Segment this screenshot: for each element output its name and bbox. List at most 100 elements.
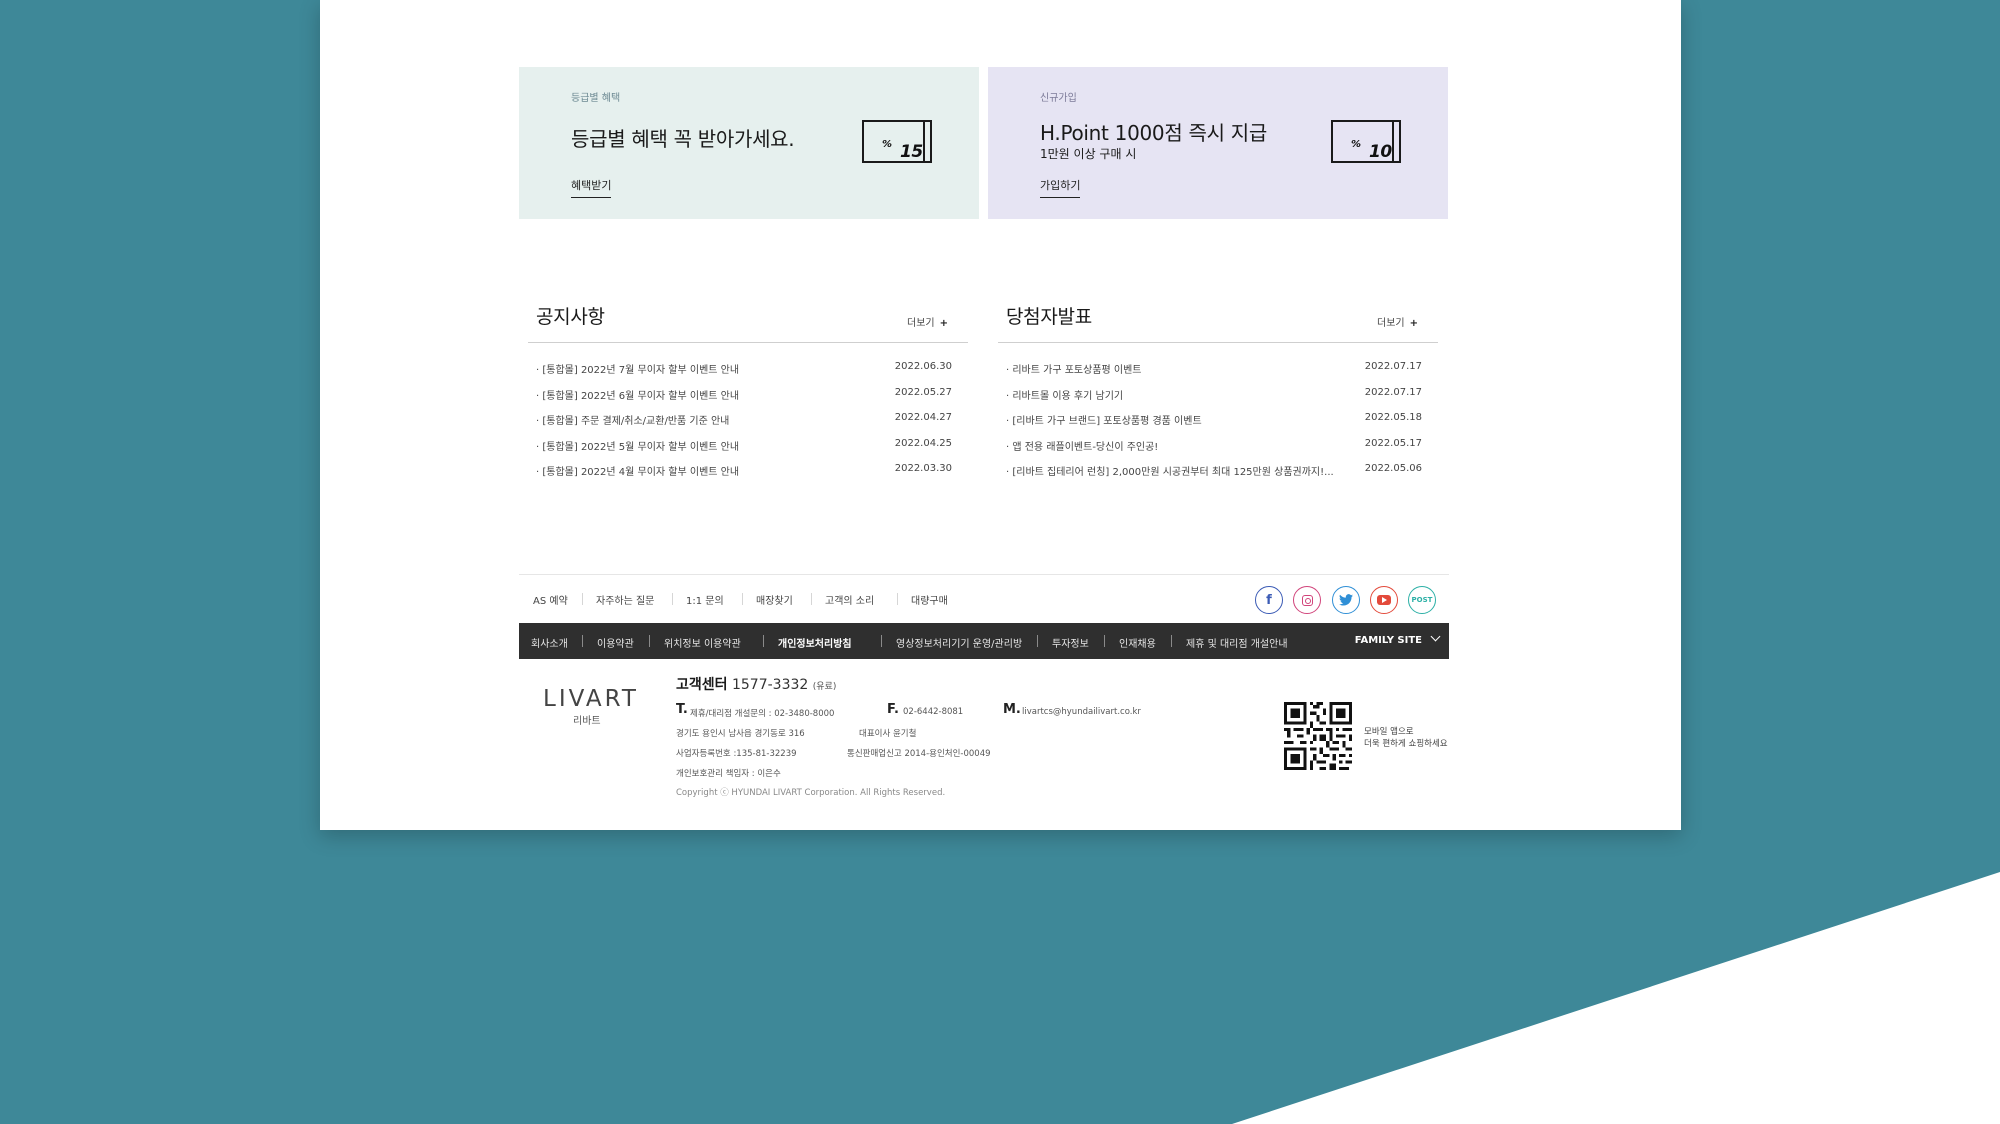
livart-logo[interactable]: LIVART: [543, 686, 639, 712]
more-button[interactable]: 더보기 +: [1377, 314, 1418, 329]
promo-banner-grade[interactable]: 등급별 혜택 등급별 혜택 꼭 받아가세요. 혜택받기 15%: [519, 67, 979, 219]
promo-link-signup[interactable]: 가입하기: [1040, 177, 1081, 198]
item-title: · [통합몰] 주문 결제/취소/교환/반품 기준 안내: [536, 416, 730, 427]
footer-company-info: LIVART 리바트 고객센터 1577-3332 (유료) T. 제휴/대리점…: [519, 660, 1449, 820]
list-item[interactable]: · [리바트 가구 브랜드] 포토상품평 경품 이벤트 2022.05.18: [998, 408, 1438, 434]
item-date: 2022.05.06: [1364, 463, 1422, 474]
promo-link-benefit[interactable]: 혜택받기: [571, 177, 612, 198]
list-item[interactable]: · [통합몰] 2022년 5월 무이자 할부 이벤트 안내 2022.04.25: [528, 434, 968, 460]
footer-link-as[interactable]: AS 예약: [533, 592, 568, 607]
item-title: · 앱 전용 래플이벤트-당신이 주인공!: [1006, 441, 1159, 453]
bar-link-partnership[interactable]: 제휴 및 대리점 개설안내: [1186, 635, 1288, 650]
item-date: 2022.07.17: [1364, 361, 1422, 372]
divider: [763, 635, 764, 647]
board-title: 당첨자발표: [1006, 306, 1092, 328]
promo-banner-signup[interactable]: 신규가입 H.Point 1000점 즉시 지급 1만원 이상 구매 시 가입하…: [988, 67, 1448, 219]
fax-key: F.: [887, 702, 899, 717]
cs-number: 1577-3332: [731, 677, 809, 693]
company-ceo: 대표이사 윤기철: [859, 729, 917, 739]
mail-value[interactable]: livartcs@hyundailivart.co.kr: [1022, 707, 1141, 717]
divider: [811, 593, 812, 605]
chevron-down-icon: [1430, 631, 1441, 642]
footer-quick-links: AS 예약 자주하는 질문 1:1 문의 매장찾기 고객의 소리 대량구매 f …: [519, 574, 1449, 624]
bar-link-investor[interactable]: 투자정보: [1052, 635, 1089, 650]
family-site-select[interactable]: FAMILY SITE: [1355, 631, 1441, 646]
promo-title: 등급별 혜택 꼭 받아가세요.: [571, 127, 795, 151]
more-button[interactable]: 더보기 +: [907, 314, 948, 329]
list-item[interactable]: · [통합몰] 2022년 6월 무이자 할부 이벤트 안내 2022.05.27: [528, 383, 968, 409]
item-title: · [통합몰] 2022년 7월 무이자 할부 이벤트 안내: [536, 365, 740, 376]
plus-icon: +: [1409, 318, 1418, 329]
logo-subtitle: 리바트: [573, 716, 601, 727]
mail-order-number: 통신판매업신고 2014-용인처인-00049: [847, 749, 991, 759]
bar-link-recruit[interactable]: 인재채용: [1119, 635, 1156, 650]
tel-key: T.: [676, 702, 688, 717]
coupon-icon: 10%: [1331, 120, 1401, 163]
list-item[interactable]: · 리바트 가구 포토상품평 이벤트 2022.07.17: [998, 357, 1438, 383]
footer-link-voice[interactable]: 고객의 소리: [825, 592, 874, 607]
item-title: · [통합몰] 2022년 4월 무이자 할부 이벤트 안내: [536, 467, 740, 478]
qr-text-line: 더욱 편하게 쇼핑하세요: [1364, 739, 1448, 749]
promo-title: H.Point 1000점 즉시 지급: [1040, 121, 1267, 145]
bar-link-terms[interactable]: 이용약관: [597, 635, 634, 650]
post-icon[interactable]: POST: [1408, 586, 1436, 614]
list-item[interactable]: · [통합몰] 주문 결제/취소/교환/반품 기준 안내 2022.04.27: [528, 408, 968, 434]
item-date: 2022.07.17: [1364, 386, 1422, 398]
item-date: 2022.03.30: [894, 463, 952, 474]
footer-link-bulk[interactable]: 대량구매: [911, 592, 948, 607]
item-date: 2022.04.25: [894, 437, 952, 449]
twitter-icon[interactable]: [1332, 586, 1360, 614]
divider: [1104, 635, 1105, 647]
promo-category: 등급별 혜택: [571, 93, 621, 104]
item-date: 2022.05.17: [1364, 437, 1422, 449]
list-item[interactable]: · 앱 전용 래플이벤트-당신이 주인공! 2022.05.17: [998, 434, 1438, 460]
divider: [1171, 635, 1172, 647]
footer-link-faq[interactable]: 자주하는 질문: [596, 592, 654, 607]
notice-board: 공지사항 더보기 + · [통합몰] 2022년 7월 무이자 할부 이벤트 안내…: [528, 298, 968, 485]
coupon-unit: %: [1351, 139, 1361, 150]
cs-note: (유료): [812, 682, 837, 692]
tel-value: 제휴/대리점 개설문의 : 02-3480-8000: [690, 709, 835, 719]
bar-link-company[interactable]: 회사소개: [531, 635, 568, 650]
bar-link-cctv[interactable]: 영상정보처리기기 운영/관리방: [896, 635, 1022, 650]
bar-link-privacy[interactable]: 개인정보처리방침: [778, 635, 852, 650]
divider: [1037, 635, 1038, 647]
item-date: 2022.06.30: [894, 361, 952, 372]
item-title: · [통합몰] 2022년 5월 무이자 할부 이벤트 안내: [536, 441, 740, 453]
plus-icon: +: [939, 318, 948, 329]
privacy-officer: 개인보호관리 책임자 : 이은수: [676, 769, 781, 779]
promo-category: 신규가입: [1040, 93, 1077, 104]
list-item[interactable]: · [통합몰] 2022년 4월 무이자 할부 이벤트 안내 2022.03.30: [528, 459, 968, 485]
footer-link-inquiry[interactable]: 1:1 문의: [686, 592, 724, 607]
notice-list: · [통합몰] 2022년 7월 무이자 할부 이벤트 안내 2022.06.30…: [528, 343, 968, 485]
coupon-value: 10: [1369, 142, 1392, 162]
qr-code-icon[interactable]: [1284, 702, 1352, 770]
instagram-icon[interactable]: [1293, 586, 1321, 614]
divider: [897, 593, 898, 605]
divider: [881, 635, 882, 647]
coupon-icon: 15%: [862, 120, 932, 163]
divider: [582, 635, 583, 647]
divider: [672, 593, 673, 605]
facebook-icon[interactable]: f: [1255, 586, 1283, 614]
youtube-icon[interactable]: [1370, 586, 1398, 614]
item-title: · [리바트 가구 브랜드] 포토상품평 경품 이벤트: [1006, 416, 1202, 427]
item-title: · [통합몰] 2022년 6월 무이자 할부 이벤트 안내: [536, 390, 740, 402]
list-item[interactable]: · [리바트 집테리어 런칭] 2,000만원 시공권부터 최대 125만원 상…: [998, 459, 1438, 485]
divider: [649, 635, 650, 647]
footer-link-store[interactable]: 매장찾기: [756, 592, 793, 607]
bar-link-location-terms[interactable]: 위치정보 이용약관: [664, 635, 741, 650]
coupon-unit: %: [882, 139, 892, 150]
item-date: 2022.04.27: [894, 412, 952, 423]
coupon-value: 15: [900, 142, 923, 162]
winners-list: · 리바트 가구 포토상품평 이벤트 2022.07.17 · 리바트몰 이용 후…: [998, 343, 1438, 485]
item-title: · 리바트몰 이용 후기 남기기: [1006, 390, 1124, 402]
mail-key: M.: [1003, 702, 1021, 717]
copyright: Copyright ⓒ HYUNDAI LIVART Corporation. …: [676, 788, 946, 798]
list-item[interactable]: · [통합몰] 2022년 7월 무이자 할부 이벤트 안내 2022.06.30: [528, 357, 968, 383]
footer-nav-bar: 회사소개 이용약관 위치정보 이용약관 개인정보처리방침 영상정보처리기기 운영…: [519, 623, 1449, 659]
list-item[interactable]: · 리바트몰 이용 후기 남기기 2022.07.17: [998, 383, 1438, 409]
cs-label: 고객센터: [676, 677, 728, 693]
fax-value: 02-6442-8081: [903, 707, 964, 717]
board-title: 공지사항: [536, 306, 605, 328]
